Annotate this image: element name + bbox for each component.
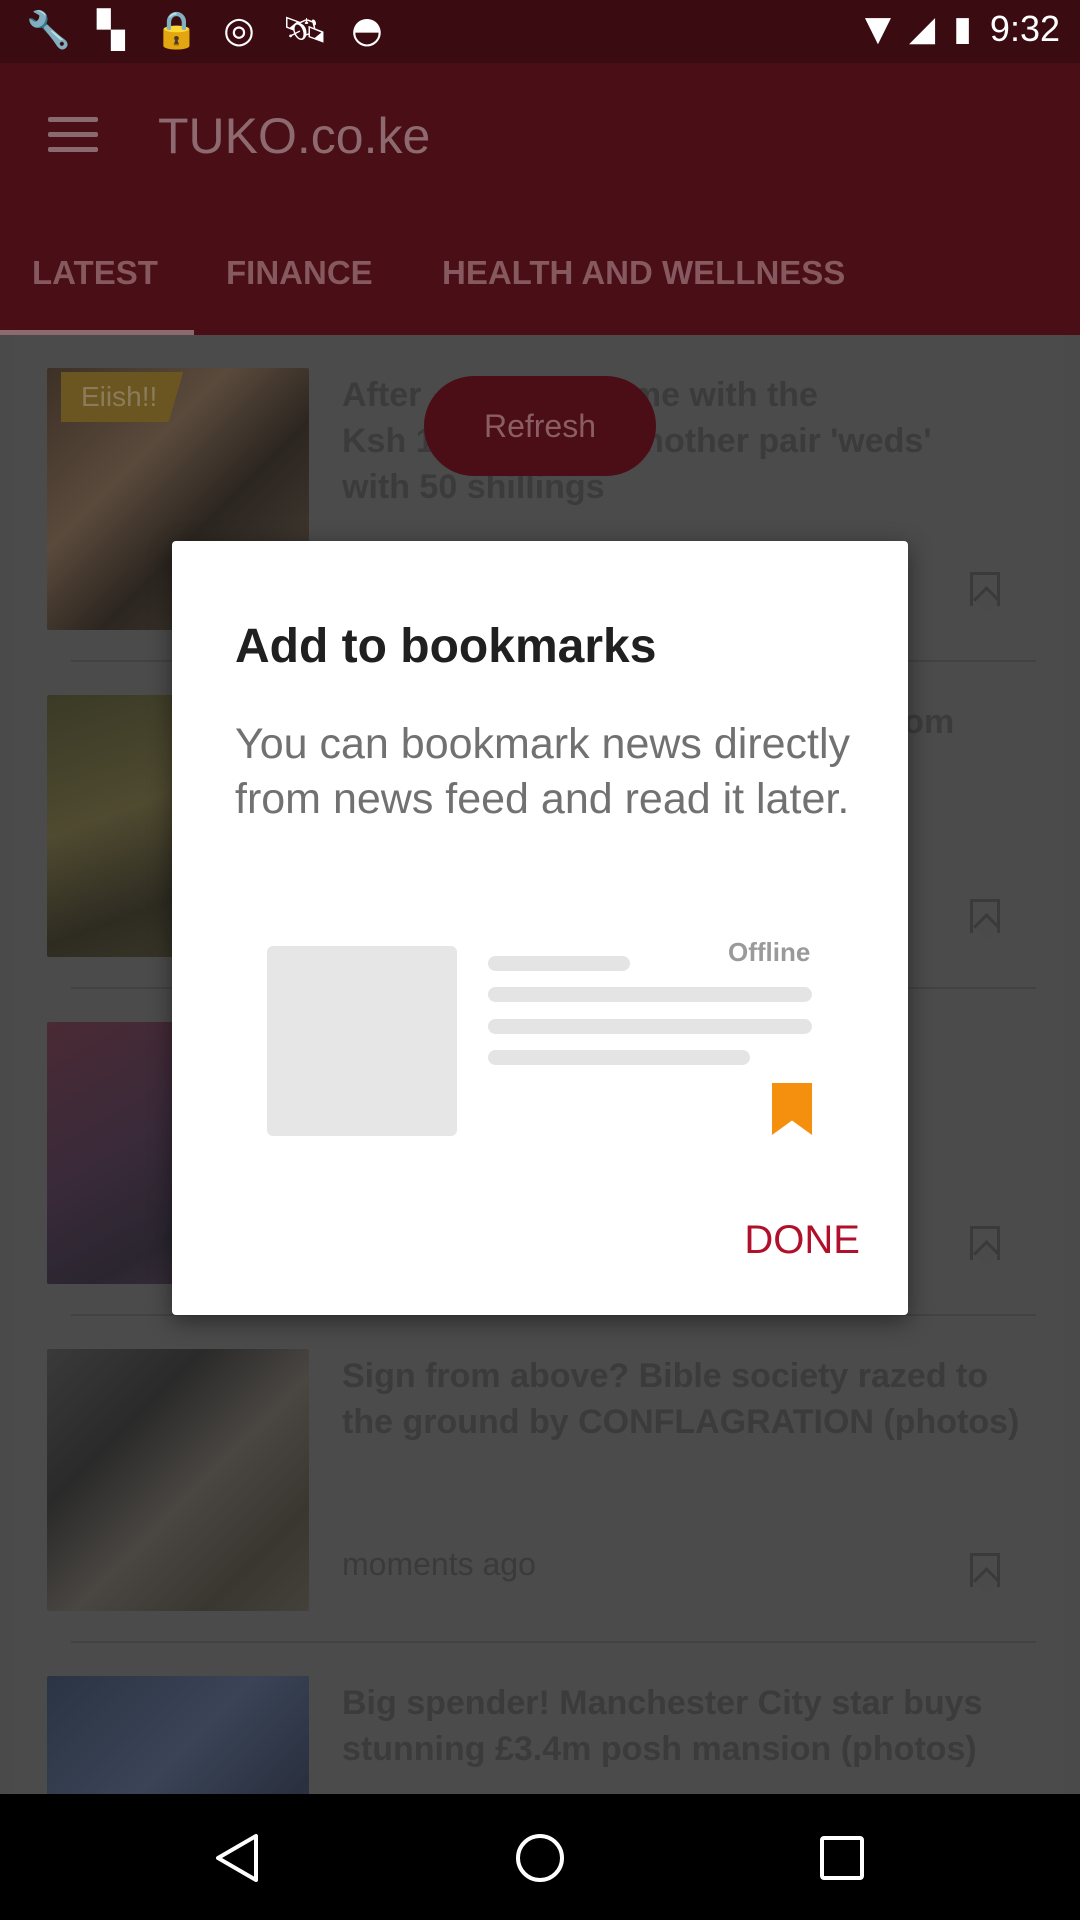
- bookmark-filled-icon: [772, 1083, 812, 1135]
- navigation-bar: [0, 1794, 1080, 1920]
- article-headline: Sign from above? Bible society razed to …: [342, 1357, 1020, 1441]
- article-headline: rom: [890, 703, 955, 741]
- android-icon: ◓: [351, 10, 383, 51]
- app-title: TUKO.co.ke: [158, 108, 431, 164]
- list-item[interactable]: Big spender! Manchester City star buys s…: [14, 1643, 1064, 1794]
- back-icon[interactable]: [212, 1832, 260, 1889]
- article-thumbnail: [47, 1676, 309, 1794]
- bookmark-icon[interactable]: [970, 1553, 1000, 1587]
- illustration-line: [488, 956, 630, 971]
- battery-icon: ▮: [953, 9, 972, 49]
- signal-icon: ◢: [909, 9, 936, 49]
- flipboard-icon: ▚: [97, 10, 125, 51]
- dialog-message: You can bookmark news directly from news…: [235, 720, 851, 823]
- illustration-line: [488, 1019, 812, 1034]
- status-bar: 🔧 ▚ 🔒 ◎ 🛰 ◓ ▼ ◢ ▮ 9:32: [0, 0, 1080, 63]
- satellite-icon: 🛰: [282, 10, 328, 51]
- illustration-line: [488, 987, 812, 1002]
- bookmarks-dialog: Add to bookmarks You can bookmark news d…: [172, 541, 908, 1315]
- illustration-line: [488, 1050, 750, 1065]
- data-saver-icon: ◎: [223, 10, 255, 51]
- article-headline: Big spender! Manchester City star buys s…: [342, 1684, 983, 1768]
- wrench-icon: 🔧: [26, 10, 71, 51]
- system-status: ▼ ◢ ▮ 9:32: [865, 8, 1060, 50]
- home-icon[interactable]: [514, 1832, 566, 1884]
- bookmark-icon[interactable]: [970, 572, 1000, 606]
- notification-icons: 🔧 ▚ 🔒 ◎ 🛰 ◓: [26, 10, 388, 52]
- category-badge: Eiish!!: [61, 372, 184, 422]
- app-toolbar: TUKO.co.ke: [0, 63, 1080, 209]
- wifi-icon: ▼: [864, 9, 892, 49]
- article-thumbnail: [47, 1349, 309, 1611]
- hamburger-menu-icon[interactable]: [48, 117, 98, 153]
- tab-latest[interactable]: LATEST: [32, 254, 158, 292]
- list-item[interactable]: Sign from above? Bible society razed to …: [14, 1316, 1064, 1643]
- category-tabs: LATEST FINANCE HEALTH AND WELLNESS: [0, 209, 1080, 335]
- lock-icon: 🔒: [154, 10, 199, 51]
- tab-finance[interactable]: FINANCE: [226, 254, 373, 292]
- dialog-title: Add to bookmarks: [235, 620, 657, 673]
- recent-apps-icon[interactable]: [818, 1834, 866, 1882]
- bookmark-icon[interactable]: [970, 1226, 1000, 1260]
- tab-health-and-wellness[interactable]: HEALTH AND WELLNESS: [442, 254, 845, 292]
- refresh-button[interactable]: Refresh: [424, 376, 656, 476]
- done-button[interactable]: DONE: [728, 1207, 860, 1273]
- illustration-thumbnail: [267, 946, 457, 1136]
- bookmark-icon[interactable]: [970, 899, 1000, 933]
- offline-label: Offline: [728, 937, 811, 967]
- article-time: moments ago: [342, 1546, 536, 1582]
- clock: 9:32: [989, 8, 1060, 49]
